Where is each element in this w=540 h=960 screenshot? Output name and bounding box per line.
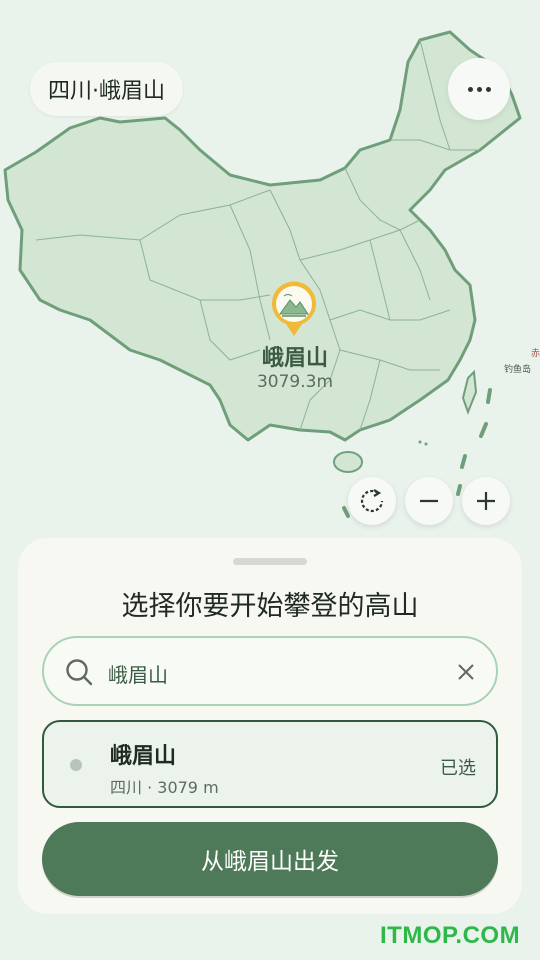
mountain-picker-sheet: 选择你要开始攀登的高山 峨眉山 峨眉山 四川 · 3079 m 已选 从峨眉山出… (18, 538, 522, 914)
zoom-in-button[interactable] (462, 477, 510, 525)
location-chip[interactable]: 四川·峨眉山 (30, 62, 183, 116)
location-label: 四川·峨眉山 (48, 79, 165, 104)
more-dot-icon (476, 86, 482, 92)
sheet-drag-handle[interactable] (233, 558, 307, 565)
search-icon (66, 659, 93, 686)
result-status: 已选 (440, 758, 476, 779)
mountain-pin-icon[interactable] (270, 280, 318, 338)
map-mountain-name: 峨眉山 (261, 346, 328, 371)
search-input[interactable]: 峨眉山 (42, 636, 498, 706)
more-dot-icon (485, 86, 491, 92)
plus-icon (477, 492, 495, 510)
minus-icon (420, 499, 438, 503)
result-name: 峨眉山 (110, 744, 177, 769)
more-dot-icon (467, 86, 473, 92)
sheet-title: 选择你要开始攀登的高山 (121, 591, 419, 622)
result-meta: 四川 · 3079 m (110, 778, 219, 797)
result-dot-icon (70, 759, 82, 771)
watermark: ITMOP.COM (380, 922, 521, 949)
search-value: 峨眉山 (108, 663, 168, 687)
map-mountain-height: 3079.3m (256, 372, 334, 392)
rotate-icon (360, 489, 384, 513)
zoom-out-button[interactable] (405, 477, 453, 525)
map-island-label: 钓鱼岛 (504, 365, 532, 375)
reset-view-button[interactable] (348, 477, 396, 525)
start-climb-button[interactable]: 从峨眉山出发 (42, 822, 498, 896)
more-options-button[interactable] (448, 58, 510, 120)
map-island-label-partial: 赤 (531, 349, 540, 359)
search-result-item[interactable]: 峨眉山 四川 · 3079 m 已选 (42, 720, 498, 808)
close-icon[interactable] (454, 660, 478, 684)
